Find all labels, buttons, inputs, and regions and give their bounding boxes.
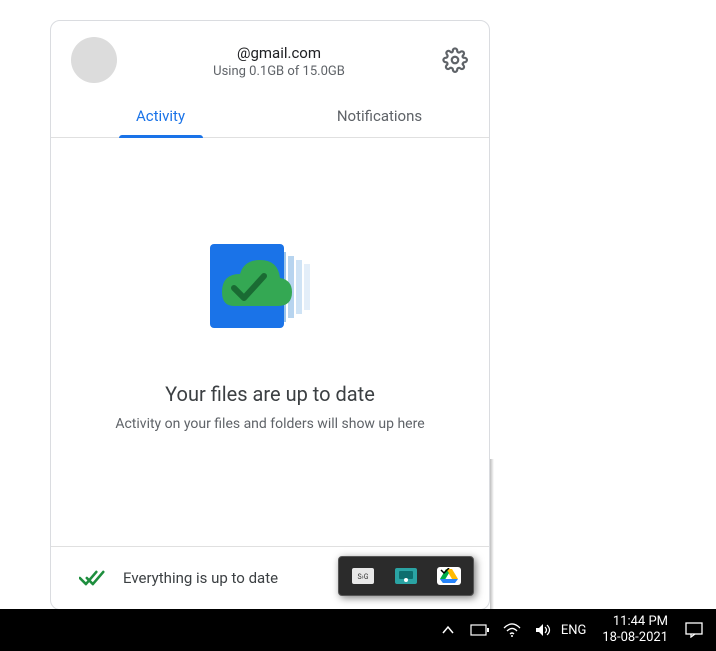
svg-text:S›G: S›G <box>358 573 369 581</box>
account-email: @gmail.com <box>117 44 441 62</box>
popup-drop-shadow <box>490 459 494 609</box>
language-label: ENG <box>561 623 587 638</box>
tray-app-touchpad[interactable] <box>394 567 418 585</box>
avatar[interactable] <box>71 37 117 83</box>
popup-header: @gmail.com Using 0.1GB of 15.0GB <box>51 21 489 93</box>
recorder-icon: S›G <box>352 568 374 584</box>
volume-indicator[interactable] <box>533 619 555 641</box>
status-text: Everything is up to date <box>123 569 278 587</box>
battery-icon <box>470 624 490 636</box>
action-center-button[interactable] <box>678 622 710 638</box>
windows-taskbar: ENG 11:44 PM 18-08-2021 <box>0 609 716 651</box>
cloud-sync-icon <box>200 232 340 342</box>
tab-notifications-label: Notifications <box>337 107 422 125</box>
tray-app-recorder[interactable]: S›G <box>351 567 375 585</box>
tray-overflow: S›G <box>338 556 474 596</box>
battery-indicator[interactable] <box>469 619 491 641</box>
tab-activity[interactable]: Activity <box>51 93 270 137</box>
clock[interactable]: 11:44 PM 18-08-2021 <box>592 614 678 645</box>
hero-illustration <box>200 232 340 342</box>
tray-app-drive[interactable] <box>437 567 461 585</box>
chevron-up-icon <box>441 623 455 637</box>
tab-bar: Activity Notifications <box>51 93 489 138</box>
account-info: @gmail.com Using 0.1GB of 15.0GB <box>117 44 441 79</box>
clock-date: 18-08-2021 <box>602 630 668 646</box>
account-storage: Using 0.1GB of 15.0GB <box>117 64 441 79</box>
double-check-icon <box>79 569 105 587</box>
hero-subtitle: Activity on your files and folders will … <box>115 416 424 432</box>
wifi-indicator[interactable] <box>501 619 523 641</box>
drive-popup: @gmail.com Using 0.1GB of 15.0GB Activit… <box>50 20 490 610</box>
activity-content: Your files are up to date Activity on yo… <box>51 138 489 546</box>
google-drive-icon <box>439 568 459 584</box>
tab-activity-label: Activity <box>136 107 185 125</box>
tray-expand-button[interactable] <box>437 619 459 641</box>
speaker-icon <box>535 623 553 637</box>
touchpad-icon <box>395 568 417 584</box>
hero-title: Your files are up to date <box>165 382 375 406</box>
settings-button[interactable] <box>441 46 469 74</box>
gear-icon <box>442 47 468 73</box>
tab-notifications[interactable]: Notifications <box>270 93 489 137</box>
wifi-icon <box>503 623 521 637</box>
notification-icon <box>685 622 703 638</box>
language-indicator[interactable]: ENG <box>555 623 593 638</box>
clock-time: 11:44 PM <box>602 614 668 630</box>
